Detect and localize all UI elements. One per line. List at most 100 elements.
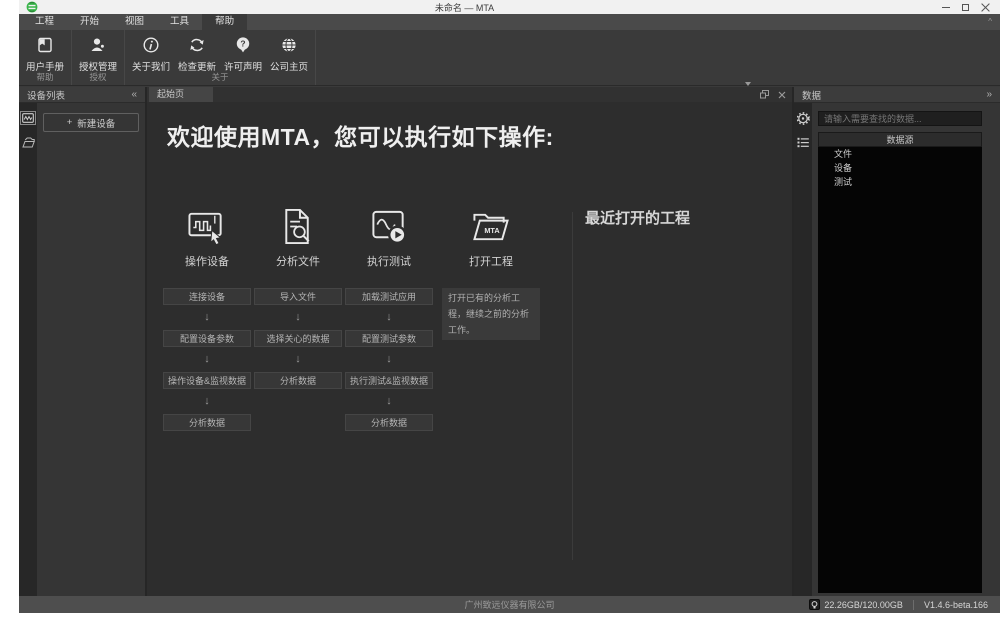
tree-item-devices[interactable]: 设备: [818, 161, 982, 175]
tree-item-tests[interactable]: 测试: [818, 175, 982, 189]
new-device-button[interactable]: + 新建设备: [43, 113, 139, 132]
workflow-title: 操作设备: [185, 253, 229, 269]
float-window-button[interactable]: [760, 86, 769, 104]
collapse-panel-button[interactable]: «: [123, 89, 145, 100]
ribbon-collapse-button[interactable]: ^: [988, 14, 992, 29]
folder-label: MTA: [484, 226, 500, 235]
about-icon: [142, 35, 160, 55]
analyze-file-icon: [278, 207, 318, 246]
tab-actions: [745, 87, 786, 102]
menu-tab-help[interactable]: 帮助: [202, 14, 247, 30]
disk-usage-icon: [809, 599, 820, 610]
workflow-step: 执行测试&监视数据: [345, 372, 433, 389]
data-panel-header: 数据 »: [794, 87, 1000, 103]
data-source-config-button[interactable]: [795, 111, 811, 125]
workflow-steps: 连接设备 ↓ 配置设备参数 ↓ 操作设备&监视数据 ↓ 分析数据: [163, 288, 251, 431]
analyze-file-action[interactable]: 分析文件: [276, 207, 320, 269]
workflow-step: 分析数据: [163, 414, 251, 431]
data-panel-content: 数据源 文件 设备 测试: [812, 103, 1000, 596]
operate-device-icon: [186, 207, 228, 246]
gear-icon: [797, 112, 810, 125]
ribbon: 用户手册 帮助 授权管理 授权: [19, 30, 1000, 86]
check-update-button[interactable]: 检查更新: [174, 30, 220, 73]
app-window: 未命名 — MTA 工程 开始 视图 工具 帮助 ^ 用户手册 帮助: [19, 0, 1000, 613]
workflow-step: 导入文件: [254, 288, 342, 305]
update-icon: [188, 35, 206, 55]
open-project-action[interactable]: MTA 打开工程: [469, 207, 513, 269]
arrow-down-icon: ↓: [254, 305, 342, 330]
workflow-step: 分析数据: [254, 372, 342, 389]
statusbar: 广州致远仪器有限公司 22.26GB/120.00GB V1.4.6-beta.…: [19, 596, 1000, 613]
project-view-button[interactable]: [20, 135, 36, 149]
workflow-step: 分析数据: [345, 414, 433, 431]
recent-projects-title: 最近打开的工程: [585, 207, 690, 228]
authorization-manage-button[interactable]: 授权管理: [75, 30, 121, 73]
tree-item-files[interactable]: 文件: [818, 147, 982, 161]
maximize-button[interactable]: [962, 4, 969, 11]
folder-icon: [22, 137, 35, 148]
arrow-down-icon: ↓: [254, 347, 342, 372]
right-side-strip: [794, 103, 812, 596]
version-text: V1.4.6-beta.166: [924, 600, 988, 610]
new-device-label: 新建设备: [77, 116, 115, 130]
titlebar: 未命名 — MTA: [19, 0, 1000, 14]
desktop: 未命名 — MTA 工程 开始 视图 工具 帮助 ^ 用户手册 帮助: [0, 0, 1000, 624]
ribbon-group-label: 关于: [125, 71, 315, 83]
left-side-strip: [19, 103, 37, 596]
close-tab-button[interactable]: [778, 86, 786, 104]
minimize-button[interactable]: [942, 7, 950, 8]
plus-icon: +: [67, 117, 73, 128]
homepage-icon: [280, 35, 298, 55]
expand-panel-button[interactable]: »: [978, 89, 1000, 100]
data-list-view-button[interactable]: [795, 135, 811, 149]
arrow-down-icon: ↓: [163, 347, 251, 372]
operate-device-action[interactable]: 操作设备: [185, 207, 229, 269]
data-panel: 数据 »: [794, 87, 1000, 596]
device-list-panel-title: 设备列表: [19, 88, 123, 102]
menubar: 工程 开始 视图 工具 帮助 ^: [19, 14, 1000, 30]
workflow-step: 操作设备&监视数据: [163, 372, 251, 389]
content-divider: [572, 212, 573, 560]
statusbar-right: 22.26GB/120.00GB V1.4.6-beta.166: [809, 596, 988, 613]
manual-icon: [36, 35, 54, 55]
workflow-step: 配置设备参数: [163, 330, 251, 347]
window-controls: [942, 0, 990, 14]
workflow-step: 配置测试参数: [345, 330, 433, 347]
data-panel-body: 数据源 文件 设备 测试: [794, 103, 1000, 596]
data-source-header: 数据源: [818, 132, 982, 147]
company-homepage-button[interactable]: 公司主页: [266, 30, 312, 73]
workflow-step: 加载测试应用: [345, 288, 433, 305]
menu-tab-view[interactable]: 视图: [112, 14, 157, 30]
open-project-note: 打开已有的分析工程，继续之前的分析工作。: [442, 288, 540, 340]
user-manual-button[interactable]: 用户手册: [22, 30, 68, 73]
close-button[interactable]: [981, 3, 990, 12]
statusbar-separator: [913, 600, 914, 610]
workflow-title: 执行测试: [367, 253, 411, 269]
license-statement-button[interactable]: ? 许可声明: [220, 30, 266, 73]
close-icon: [778, 91, 786, 99]
workflow-steps: 加载测试应用 ↓ 配置测试参数 ↓ 执行测试&监视数据 ↓ 分析数据: [345, 288, 433, 431]
menu-tab-project[interactable]: 工程: [22, 14, 67, 30]
data-search-input[interactable]: [818, 111, 982, 126]
main-area: 起始页 欢迎使用MTA，您可以执行如下操作:: [145, 87, 794, 596]
menu-tab-tools[interactable]: 工具: [157, 14, 202, 30]
device-list-panel: 设备列表 «: [19, 87, 145, 596]
chevron-down-icon: [745, 82, 751, 103]
tab-start-page[interactable]: 起始页: [149, 87, 213, 102]
run-test-icon: [369, 207, 409, 246]
workflow-step: 选择关心的数据: [254, 330, 342, 347]
tab-list-dropdown-button[interactable]: [745, 86, 751, 104]
float-window-icon: [760, 90, 769, 99]
device-view-button[interactable]: [20, 111, 36, 125]
workflow-title: 打开工程: [469, 253, 513, 269]
ribbon-group-about: 关于我们 检查更新 ?: [125, 30, 316, 85]
data-source-table: 数据源 文件 设备 测试: [818, 132, 982, 593]
data-panel-title: 数据: [794, 88, 978, 102]
workflow-open-project: MTA 打开工程 打开已有的分析工程，继续之前的分析工作。: [442, 207, 540, 340]
run-test-action[interactable]: 执行测试: [367, 207, 411, 269]
authorization-icon: [89, 35, 107, 55]
about-us-button[interactable]: 关于我们: [128, 30, 174, 73]
ribbon-group-label: 授权: [72, 71, 124, 83]
menu-tab-start[interactable]: 开始: [67, 14, 112, 30]
ribbon-group-label: 帮助: [19, 71, 71, 83]
